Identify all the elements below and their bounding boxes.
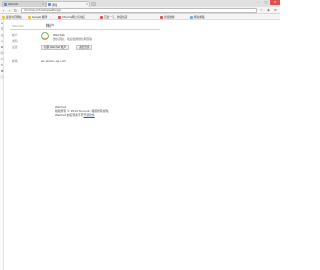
tools-icon[interactable]: ✎: [0, 63, 4, 67]
account-name: WeChat: [12, 24, 24, 28]
bookmark-item[interactable]: 网易邮箱: [190, 15, 204, 19]
user-icon[interactable]: ☺: [0, 51, 4, 55]
home-icon[interactable]: ⌂: [0, 21, 4, 25]
bookmark-item[interactable]: 新浪微博: [160, 15, 174, 19]
tab-close-icon[interactable]: ✕: [42, 3, 44, 6]
tab-favicon-icon: [4, 3, 7, 6]
side-menu: 帐户 通知 设置: [12, 32, 18, 50]
bookmark-icon: [58, 15, 61, 19]
puzzle-icon[interactable]: ✚: [0, 69, 4, 73]
bookmark-icon: [2, 15, 5, 19]
menu-icon[interactable]: ≡: [273, 8, 278, 13]
tab-close-icon[interactable]: ✕: [86, 3, 88, 6]
left-toolbar: ⌂ ☰ ◷ ↓ ⚙ ☺ ▭ ✎ ✚ ⓘ: [0, 20, 4, 270]
bookmark-label: Google 翻译: [32, 16, 48, 19]
browser-toolbar: ‹ › ↻ chrome://chrome/settings/ ☆ ◈ ≡: [0, 7, 280, 14]
open-source-link[interactable]: 开源软件: [84, 113, 95, 117]
page-content: WeChat 帐户 帐户 通知 设置 WeChat 微信团队，欢迎使用微信网页版…: [5, 21, 280, 270]
bookmark-icon: [100, 15, 103, 19]
bookmark-label: 最常访问网站: [6, 16, 22, 19]
bookmark-label: Chrome网上应用店: [62, 16, 86, 19]
info-icon[interactable]: ⓘ: [0, 75, 4, 79]
address-bar[interactable]: chrome://chrome/settings/: [21, 8, 257, 13]
profile-description: 微信团队，欢迎使用微信网页版: [53, 37, 93, 41]
download-icon[interactable]: ↓: [0, 39, 4, 43]
bookmark-item[interactable]: Chrome网上应用店: [58, 15, 85, 19]
forward-arrow-icon[interactable]: ›: [7, 8, 12, 13]
bookmark-icon: [28, 15, 31, 19]
heading-divider: [10, 29, 160, 30]
reload-icon[interactable]: ↻: [13, 8, 18, 13]
side-menu-item-settings[interactable]: 设置: [12, 44, 18, 50]
new-tab-button[interactable]: [91, 2, 96, 6]
star-icon[interactable]: ☆: [259, 8, 264, 13]
bookmarks-bar: 最常访问网站 Google 翻译 Chrome网上应用店 百度一下，你就知道 新…: [0, 14, 280, 20]
logout-button[interactable]: 退出登录: [76, 45, 93, 50]
change-account-button[interactable]: 切换 WeChat 帐户: [41, 45, 70, 50]
footer-credits: WeChat 的实现离不开开源软件: [55, 113, 95, 117]
tab-favicon-icon: [48, 3, 51, 6]
history-icon[interactable]: ◷: [0, 33, 4, 37]
bookmark-icon: [190, 15, 193, 19]
bookmark-item[interactable]: Google 翻译: [28, 15, 47, 19]
footer-credits-text: WeChat 的实现离不开: [55, 113, 84, 117]
tab-label: 通知: [52, 3, 58, 7]
close-window-button[interactable]: ✕: [270, 0, 280, 5]
minimize-button[interactable]: –: [254, 0, 262, 5]
bookmark-label: 新浪微博: [164, 16, 175, 19]
maximize-button[interactable]: □: [262, 0, 270, 5]
bookmark-list-icon[interactable]: ☰: [0, 27, 4, 31]
email-label: 邮箱: [12, 59, 18, 63]
bookmark-item[interactable]: 最常访问网站: [2, 15, 22, 19]
bookmark-label: 百度一下，你就知道: [104, 16, 128, 19]
email-value: wx.weixin.qq.com: [41, 59, 67, 63]
folder-icon[interactable]: ▭: [0, 57, 4, 61]
bookmark-item[interactable]: 百度一下，你就知道: [100, 15, 127, 19]
tab-label: WeChat: [8, 3, 19, 6]
bookmark-label: 网易邮箱: [194, 16, 205, 19]
extension-icon[interactable]: ◈: [266, 8, 271, 13]
bookmark-icon: [160, 15, 163, 19]
tab-strip: WeChat ✕ 通知 ✕ – □ ✕: [0, 0, 280, 7]
gear-icon[interactable]: ⚙: [0, 45, 4, 49]
wechat-logo-icon: [41, 32, 49, 40]
back-arrow-icon[interactable]: ‹: [1, 8, 6, 13]
